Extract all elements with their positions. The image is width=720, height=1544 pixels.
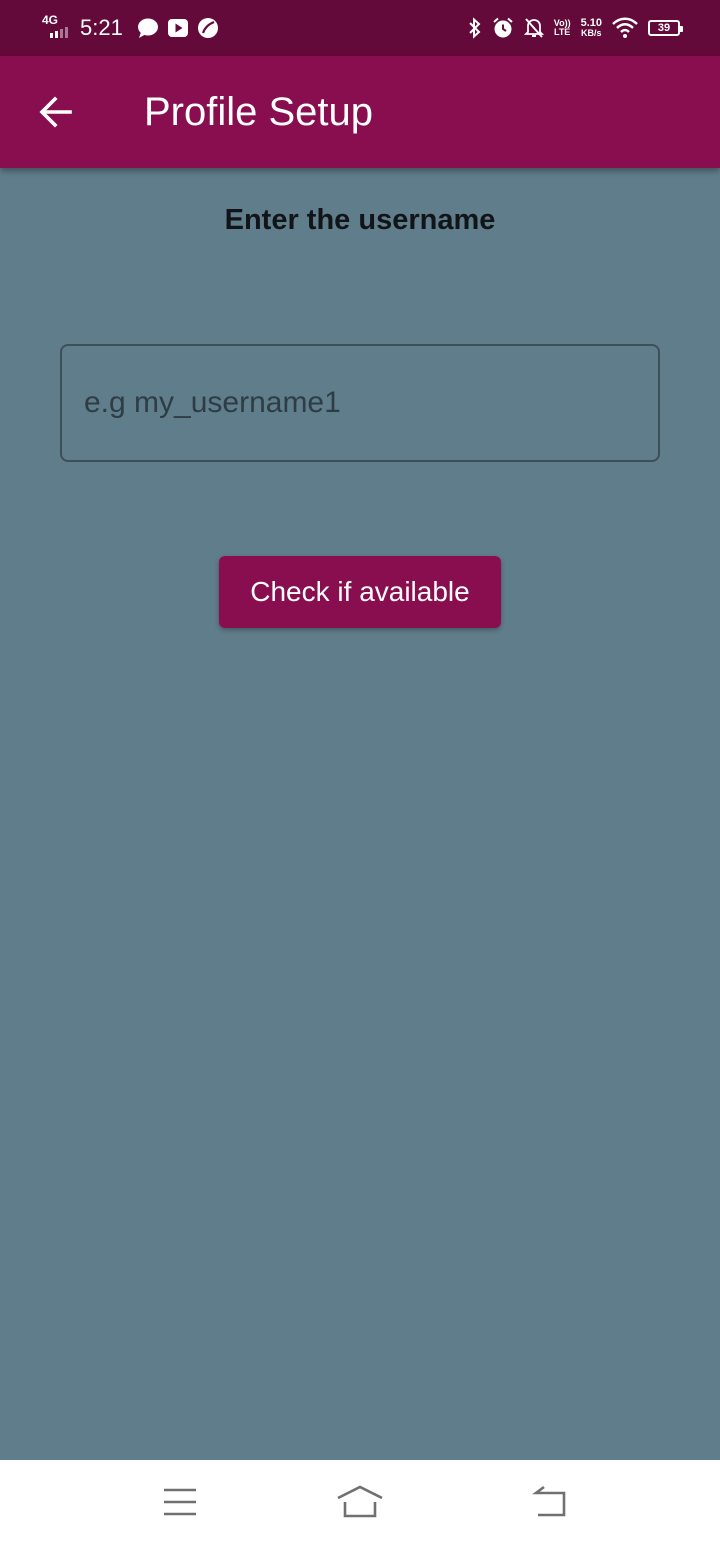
system-back-button[interactable] bbox=[520, 1472, 580, 1532]
navigation-bar bbox=[0, 1460, 720, 1544]
arrow-back-icon bbox=[39, 96, 72, 128]
check-availability-button[interactable]: Check if available bbox=[219, 556, 501, 628]
status-bar-right: Vo)) LTE 5.10 KB/s 39 bbox=[468, 0, 683, 56]
page-title: Profile Setup bbox=[144, 90, 374, 134]
recent-apps-button[interactable] bbox=[150, 1472, 210, 1532]
status-bar-left: 4G 5:21 bbox=[40, 0, 219, 56]
wifi-icon bbox=[612, 17, 638, 38]
status-time: 5:21 bbox=[80, 15, 123, 40]
bluetooth-icon bbox=[469, 17, 481, 39]
network-indicator: 4G bbox=[40, 13, 76, 43]
menu-icon bbox=[164, 1488, 196, 1516]
back-icon bbox=[532, 1485, 566, 1517]
battery-icon: 39 bbox=[648, 20, 683, 36]
leaf-icon bbox=[197, 18, 218, 38]
screen: 4G 5:21 Vo)) LTE 5.10 KB/s 39 Profile Se… bbox=[0, 0, 720, 1544]
volte-indicator: Vo)) LTE bbox=[554, 19, 571, 37]
app-bar: Profile Setup bbox=[0, 56, 720, 168]
username-input[interactable] bbox=[84, 346, 634, 460]
home-button[interactable] bbox=[330, 1472, 390, 1532]
signal-bars-icon bbox=[50, 27, 68, 38]
status-bar: 4G 5:21 Vo)) LTE 5.10 KB/s 39 bbox=[0, 0, 720, 56]
youtube-icon bbox=[167, 19, 188, 37]
network-speed: 5.10 KB/s bbox=[581, 18, 602, 38]
username-field[interactable] bbox=[60, 344, 660, 462]
volte-bottom-label: LTE bbox=[553, 27, 571, 37]
username-prompt: Enter the username bbox=[224, 204, 496, 236]
network-type-label: 4G bbox=[42, 13, 59, 27]
alarm-icon bbox=[493, 17, 513, 38]
network-speed-unit: KB/s bbox=[581, 28, 602, 38]
home-icon bbox=[337, 1485, 383, 1518]
notification-icons bbox=[137, 17, 219, 39]
battery-level: 39 bbox=[657, 22, 671, 34]
back-button[interactable] bbox=[28, 84, 84, 140]
chat-bubble-icon bbox=[137, 18, 158, 38]
notifications-off-icon bbox=[523, 18, 544, 38]
